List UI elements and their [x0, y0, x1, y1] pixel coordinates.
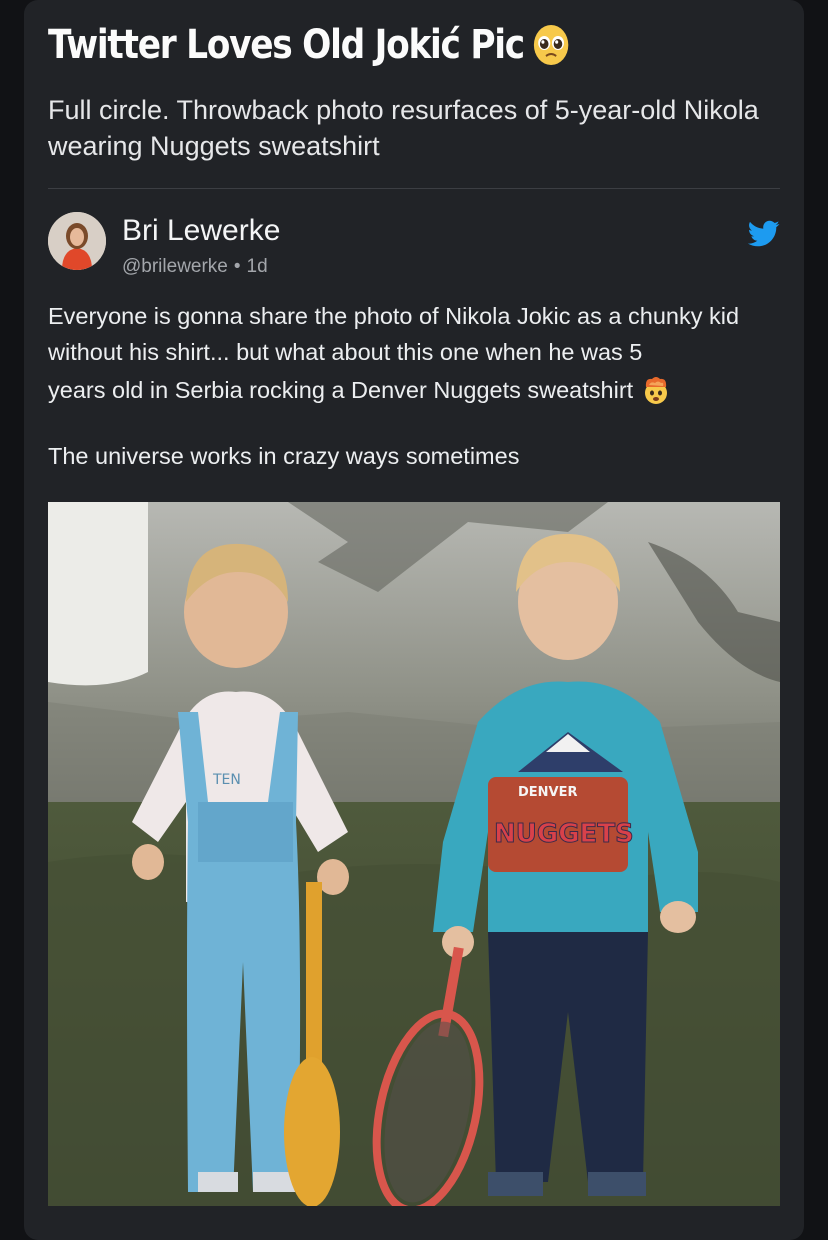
exploding-head-icon	[645, 377, 668, 404]
meta-separator: •	[233, 256, 241, 277]
twitter-bird-icon[interactable]	[748, 220, 780, 248]
photo-sweatshirt-top: DENVER	[518, 785, 578, 800]
pleading-face-icon	[534, 25, 569, 65]
photo-overalls-print: TEN	[212, 772, 241, 788]
photo-sweatshirt-main: NUGGETS	[494, 819, 634, 849]
photo-cloth	[48, 502, 148, 686]
article-subheadline: Full circle. Throwback photo resurfaces …	[48, 95, 759, 161]
tweet-text: Everyone is gonna share the photo of Nik…	[48, 298, 783, 474]
tweet-text-line1: Everyone is gonna share the photo of Nik…	[48, 303, 740, 365]
author-handle[interactable]: @brilewerke	[122, 256, 228, 278]
tweet-time[interactable]: 1d	[247, 256, 268, 278]
divider	[48, 188, 780, 189]
author-avatar[interactable]	[48, 212, 106, 270]
author-name[interactable]: Bri Lewerke	[122, 214, 280, 248]
tweet-text-line3: The universe works in crazy ways sometim…	[48, 443, 520, 469]
article-headline[interactable]: Twitter Loves Old Jokić Pic	[48, 22, 570, 68]
author-meta: @brilewerke • 1d	[122, 256, 268, 278]
tweet-text-line2-text: years old in Serbia rocking a Denver Nug…	[48, 377, 634, 403]
tweet-text-line2: years old in Serbia rocking a Denver Nug…	[48, 372, 783, 408]
tweet-photo[interactable]: TEN DENVER NUGGETS	[48, 502, 780, 1206]
headline-text: Twitter Loves Old Jokić Pic	[48, 22, 525, 68]
